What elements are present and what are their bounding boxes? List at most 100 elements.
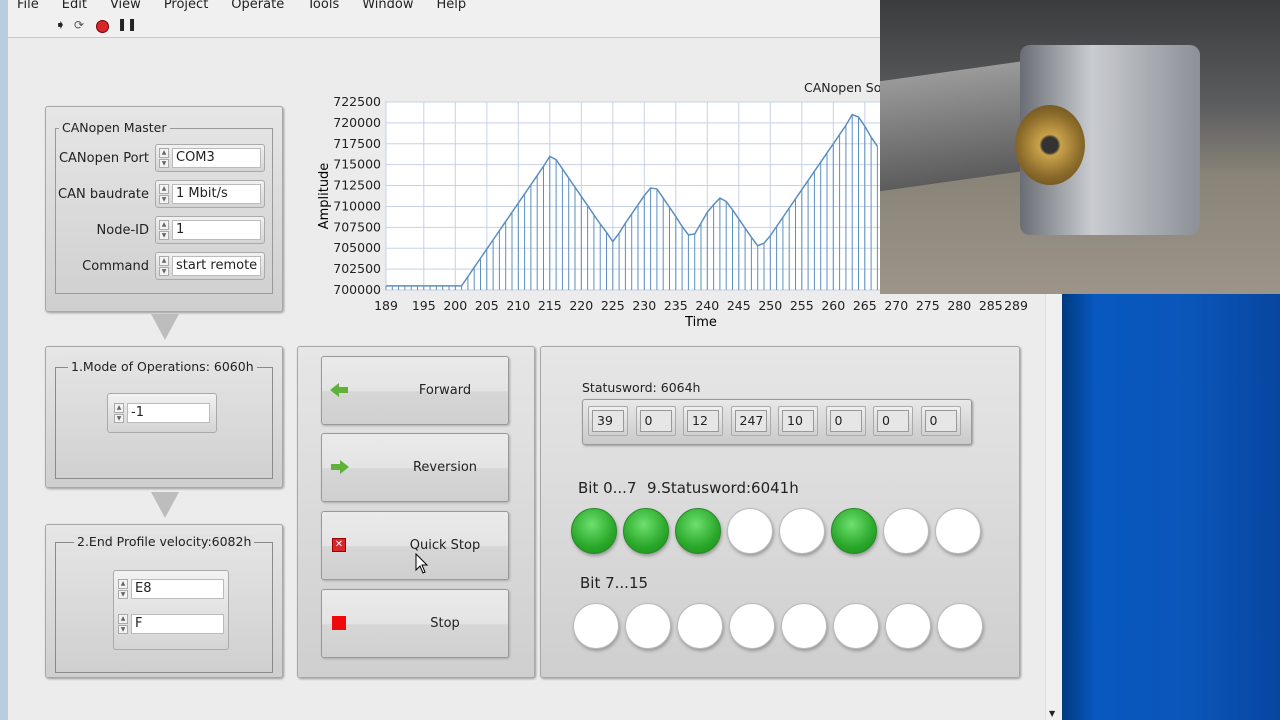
mode-title: 1.Mode of Operations: 6060h [68,359,257,374]
statusword-6041-label: 9.Statusword:6041h [647,479,799,497]
master-field-control: ▲ ▼ start remote [155,252,265,280]
bit-led-7 [935,508,981,554]
y-tick-label: 717500 [333,136,381,151]
statusword-title: Statusword: 6064h [582,380,701,395]
decrement-icon[interactable]: ▼ [159,266,169,276]
desktop-edge [0,0,8,720]
y-tick-label: 722500 [333,94,381,109]
menu-project[interactable]: Project [164,0,208,14]
statusword-value: 0 [920,406,961,436]
decrement-icon[interactable]: ▼ [159,194,169,204]
statusword-value-text: 0 [639,410,672,432]
decrement-icon[interactable]: ▼ [159,230,169,240]
master-field-input[interactable]: 1 Mbit/s [172,184,261,204]
master-field-control: ▲ ▼ 1 Mbit/s [155,180,265,208]
bit-led-15 [937,603,983,649]
x-tick-label: 220 [569,298,593,313]
x-tick-label: 210 [506,298,530,313]
x-tick-label: 205 [475,298,499,313]
master-field-label: Node-ID [96,223,149,238]
master-field-input[interactable]: COM3 [172,148,261,168]
arrow-right-icon [340,460,349,474]
bit-led-12 [781,603,827,649]
menu-edit[interactable]: Edit [62,0,87,14]
decrement-icon[interactable]: ▼ [118,589,128,599]
run-continuous-icon[interactable]: ⟳ [74,18,84,32]
menu-help[interactable]: Help [436,0,466,14]
x-tick-label: 270 [884,298,908,313]
x-tick-label: 235 [664,298,688,313]
velocity-input-1[interactable]: E8 [131,579,224,599]
statusword-value-text: 247 [734,410,767,432]
abort-icon[interactable] [96,20,109,33]
master-field-label: Command [82,259,149,274]
y-tick-label: 720000 [333,115,381,130]
scroll-down-icon[interactable]: ▼ [1049,709,1055,718]
x-tick-label: 260 [821,298,845,313]
decrement-icon[interactable]: ▼ [118,624,128,634]
x-tick-label: 275 [916,298,940,313]
bit-led-6 [883,508,929,554]
x-tick-label: 289 [1004,298,1028,313]
forward-button[interactable]: Forward [321,356,509,425]
bit-led-8 [573,603,619,649]
mode-control: ▲ ▼ -1 [107,393,217,433]
statusword-value: 39 [588,406,628,436]
mode-input[interactable]: -1 [127,403,210,423]
statusword-value-text: 10 [782,410,814,432]
red-x-icon: ✕ [332,538,346,552]
master-title: CANopen Master [59,120,170,135]
statusword-value-text: 39 [592,410,624,432]
master-field-label: CANopen Port [58,151,149,166]
velocity-title: 2.End Profile velocity:6082h [74,534,255,549]
menu-view[interactable]: View [110,0,141,14]
statusword-value: 0 [825,406,866,436]
bit-led-4 [779,508,825,554]
canopen-master-cluster: CANopen Master [45,106,283,312]
x-tick-label: 240 [695,298,719,313]
bit-led-14 [885,603,931,649]
y-axis-label: Amplitude [317,163,332,230]
bits-high-label: Bit 7...15 [580,574,649,592]
y-tick-label: 710000 [333,198,381,213]
master-field-input[interactable]: 1 [172,220,261,240]
increment-icon[interactable]: ▲ [118,579,128,589]
flow-arrow-icon [151,314,179,340]
increment-icon[interactable]: ▲ [159,220,169,230]
x-tick-label: 265 [853,298,877,313]
run-arrow-icon[interactable]: ➧ [55,18,66,33]
velocity-input-2[interactable]: F [131,614,224,634]
increment-icon[interactable]: ▲ [159,148,169,158]
decrement-icon[interactable]: ▼ [114,413,124,423]
menu-operate[interactable]: Operate [231,0,284,14]
bits-low-label: Bit 0...7 [578,479,637,497]
arrow-left-icon-tail [339,387,348,393]
menu-file[interactable]: File [17,0,39,14]
master-field-control: ▲ ▼ COM3 [155,144,265,172]
reversion-button[interactable]: Reversion [321,433,509,502]
arrow-right-icon-tail [331,464,340,470]
increment-icon[interactable]: ▲ [159,256,169,266]
bit-led-11 [729,603,775,649]
stop-button[interactable]: Stop [321,589,509,658]
bit-led-5 [831,508,877,554]
increment-icon[interactable]: ▲ [118,614,128,624]
increment-icon[interactable]: ▲ [159,184,169,194]
reversion-label: Reversion [412,460,478,475]
decrement-icon[interactable]: ▼ [159,158,169,168]
y-tick-label: 715000 [333,157,381,172]
motor-pulley [1015,105,1085,185]
statusword-value: 0 [635,406,676,436]
x-axis-label: Time [684,315,717,330]
velocity-array: ▲ ▼ E8 ▲ ▼ F [113,570,229,650]
master-field-input[interactable]: start remote [172,256,261,276]
y-tick-label: 707500 [333,219,381,234]
menu-tools[interactable]: Tools [307,0,339,14]
y-tick-label: 712500 [333,178,381,193]
increment-icon[interactable]: ▲ [114,403,124,413]
pause-icon[interactable]: ❚❚ [117,17,137,31]
statusword-value: 247 [730,406,771,436]
menu-window[interactable]: Window [362,0,413,14]
bit-led-1 [623,508,669,554]
y-tick-label: 702500 [333,261,381,276]
